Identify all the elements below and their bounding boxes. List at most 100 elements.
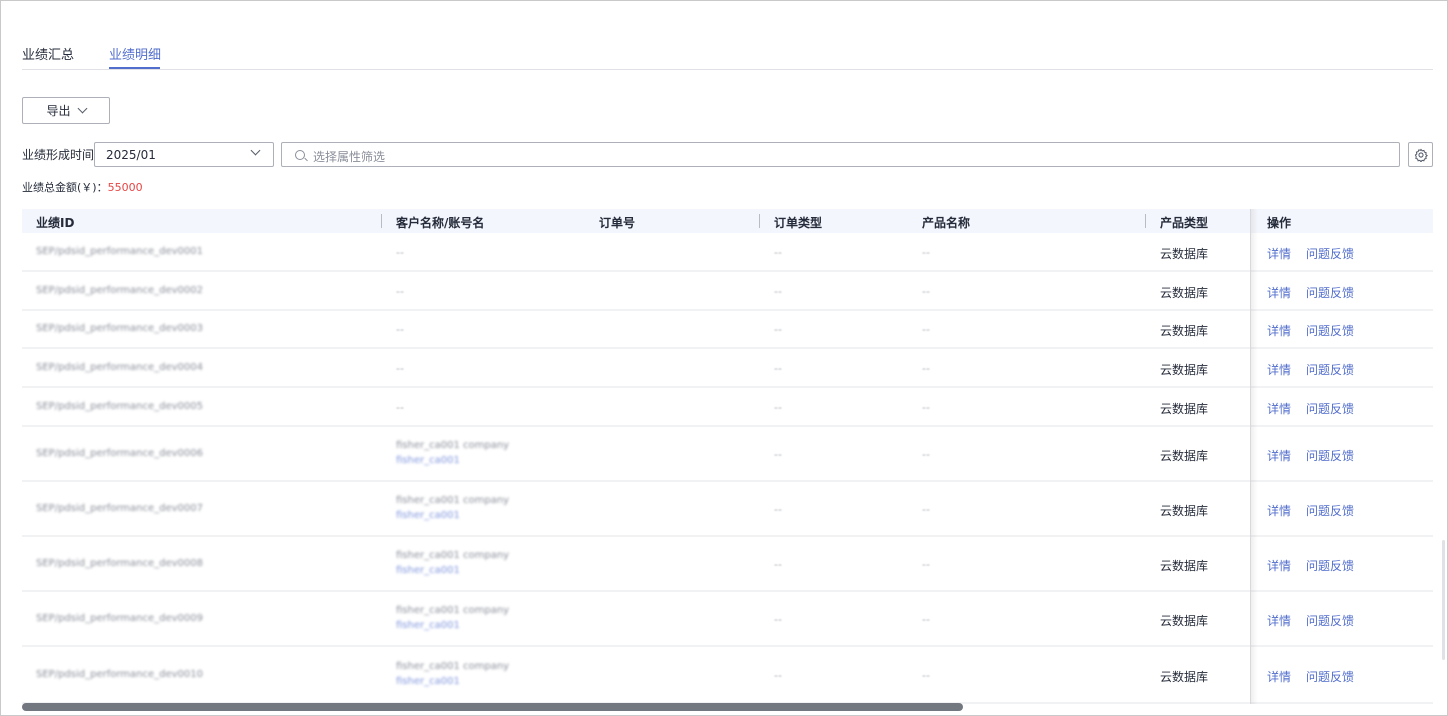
- search-placeholder: 选择属性筛选: [313, 150, 386, 164]
- chevron-down-icon: [77, 103, 87, 114]
- cell-performance-id: SEP/pdsid_performance_dev0003: [36, 323, 204, 334]
- feedback-link[interactable]: 问题反馈: [1306, 447, 1354, 464]
- detail-link[interactable]: 详情: [1267, 502, 1291, 519]
- cell-performance-id: SEP/pdsid_performance_dev0001: [36, 246, 204, 257]
- total-amount-value: 55000: [107, 181, 143, 194]
- column-header-product-type: 产品类型: [1160, 216, 1209, 230]
- detail-link[interactable]: 详情: [1267, 400, 1291, 417]
- cell-account-name[interactable]: fisher_ca001: [396, 510, 460, 521]
- column-resizer[interactable]: [381, 214, 382, 228]
- column-header-actions: 操作: [1267, 216, 1292, 230]
- cell-customer-name: fisher_ca001 company: [396, 550, 510, 561]
- table-row: SEP/pdsid_performance_dev0003 -- -- -- 云数据库 详…: [22, 311, 1433, 349]
- cell-product-name: --: [922, 669, 930, 682]
- cell-product-type: 云数据库: [1160, 363, 1209, 377]
- table-row: SEP/pdsid_performance_dev0002 -- -- -- 云数据库 详…: [22, 272, 1433, 311]
- cell-product-type: 云数据库: [1160, 504, 1209, 518]
- cell-account-name[interactable]: fisher_ca001: [396, 455, 460, 466]
- table-settings-button[interactable]: [1408, 142, 1433, 167]
- cell-performance-id: SEP/pdsid_performance_dev0004: [36, 362, 204, 373]
- feedback-link[interactable]: 问题反馈: [1306, 245, 1354, 262]
- feedback-link[interactable]: 问题反馈: [1306, 557, 1354, 574]
- cell-account-name[interactable]: fisher_ca001: [396, 676, 460, 687]
- cell-performance-id: SEP/pdsid_performance_dev0007: [36, 503, 204, 514]
- export-button-label: 导出: [46, 104, 71, 118]
- total-amount: 业绩总金额(￥)：55000: [22, 179, 143, 195]
- detail-link[interactable]: 详情: [1267, 668, 1291, 685]
- cell-product-type: 云数据库: [1160, 670, 1209, 684]
- table-row: SEP/pdsid_performance_dev0005 -- -- -- 云数据库 详…: [22, 388, 1433, 427]
- detail-link[interactable]: 详情: [1267, 612, 1291, 629]
- detail-link[interactable]: 详情: [1267, 557, 1291, 574]
- cell-order-type: --: [774, 613, 782, 626]
- cell-order-type: --: [774, 558, 782, 571]
- cell-customer-name: fisher_ca001 company: [396, 661, 510, 672]
- table-row: SEP/pdsid_performance_dev0004 -- -- -- 云数据库 详…: [22, 349, 1433, 388]
- feedback-link[interactable]: 问题反馈: [1306, 400, 1354, 417]
- month-select-value: 2025/01: [106, 148, 156, 162]
- cell-performance-id: SEP/pdsid_performance_dev0006: [36, 448, 204, 459]
- table-row: SEP/pdsid_performance_dev0008 fisher_ca00…: [22, 537, 1433, 592]
- attribute-search-input[interactable]: 选择属性筛选: [281, 142, 1400, 167]
- detail-link[interactable]: 详情: [1267, 361, 1291, 378]
- column-header-customer: 客户名称/账号名: [396, 216, 485, 230]
- cell-customer-name: --: [396, 323, 404, 336]
- cell-product-name: --: [922, 558, 930, 571]
- table-row: SEP/pdsid_performance_dev0009 fisher_ca00…: [22, 592, 1433, 647]
- detail-link[interactable]: 详情: [1267, 245, 1291, 262]
- cell-product-name: --: [922, 285, 930, 298]
- detail-link[interactable]: 详情: [1267, 284, 1291, 301]
- tab-bar: 业绩汇总 业绩明细: [22, 38, 1433, 70]
- cell-product-name: --: [922, 503, 930, 516]
- cell-product-type: 云数据库: [1160, 247, 1209, 261]
- tab-performance-detail[interactable]: 业绩明细: [109, 44, 161, 63]
- table-row: SEP/pdsid_performance_dev0010 fisher_ca00…: [22, 647, 1433, 704]
- feedback-link[interactable]: 问题反馈: [1306, 361, 1354, 378]
- cell-customer-name: --: [396, 246, 404, 259]
- cell-performance-id: SEP/pdsid_performance_dev0005: [36, 401, 204, 412]
- cell-performance-id: SEP/pdsid_performance_dev0008: [36, 558, 204, 569]
- cell-performance-id: SEP/pdsid_performance_dev0009: [36, 613, 204, 624]
- table-row: SEP/pdsid_performance_dev0001 -- -- -- 云数据库 详…: [22, 233, 1433, 272]
- cell-customer-name: --: [396, 401, 404, 414]
- cell-performance-id: SEP/pdsid_performance_dev0002: [36, 285, 204, 296]
- table-row: SEP/pdsid_performance_dev0007 fisher_ca00…: [22, 482, 1433, 537]
- chevron-down-icon: [250, 145, 261, 156]
- detail-link[interactable]: 详情: [1267, 447, 1291, 464]
- cell-product-name: --: [922, 323, 930, 336]
- cell-customer-name: fisher_ca001 company: [396, 495, 510, 506]
- cell-product-name: --: [922, 448, 930, 461]
- total-amount-label: 业绩总金额(￥)：: [22, 181, 108, 194]
- cell-product-name: --: [922, 401, 930, 414]
- cell-customer-name: fisher_ca001 company: [396, 440, 510, 451]
- feedback-link[interactable]: 问题反馈: [1306, 612, 1354, 629]
- search-icon: [295, 150, 305, 160]
- feedback-link[interactable]: 问题反馈: [1306, 284, 1354, 301]
- month-select[interactable]: 2025/01: [94, 142, 274, 167]
- gear-icon: [1414, 148, 1428, 162]
- time-filter-label: 业绩形成时间: [22, 148, 95, 162]
- cell-order-type: --: [774, 285, 782, 298]
- column-header-order-no: 订单号: [599, 216, 636, 230]
- column-resizer[interactable]: [759, 214, 760, 228]
- column-resizer[interactable]: [1145, 214, 1146, 228]
- feedback-link[interactable]: 问题反馈: [1306, 502, 1354, 519]
- cell-product-type: 云数据库: [1160, 402, 1209, 416]
- cell-account-name[interactable]: fisher_ca001: [396, 620, 460, 631]
- export-button[interactable]: 导出: [22, 97, 110, 124]
- cell-order-type: --: [774, 246, 782, 259]
- cell-product-name: --: [922, 246, 930, 259]
- feedback-link[interactable]: 问题反馈: [1306, 322, 1354, 339]
- horizontal-scrollbar[interactable]: [22, 703, 963, 711]
- cell-account-name[interactable]: fisher_ca001: [396, 565, 460, 576]
- fixed-column-shadow: [1250, 209, 1258, 704]
- feedback-link[interactable]: 问题反馈: [1306, 668, 1354, 685]
- cell-product-name: --: [922, 362, 930, 375]
- detail-link[interactable]: 详情: [1267, 322, 1291, 339]
- cell-product-name: --: [922, 613, 930, 626]
- cell-product-type: 云数据库: [1160, 324, 1209, 338]
- cell-product-type: 云数据库: [1160, 614, 1209, 628]
- cell-performance-id: SEP/pdsid_performance_dev0010: [36, 669, 204, 680]
- cell-product-type: 云数据库: [1160, 449, 1209, 463]
- tab-performance-summary[interactable]: 业绩汇总: [22, 44, 74, 63]
